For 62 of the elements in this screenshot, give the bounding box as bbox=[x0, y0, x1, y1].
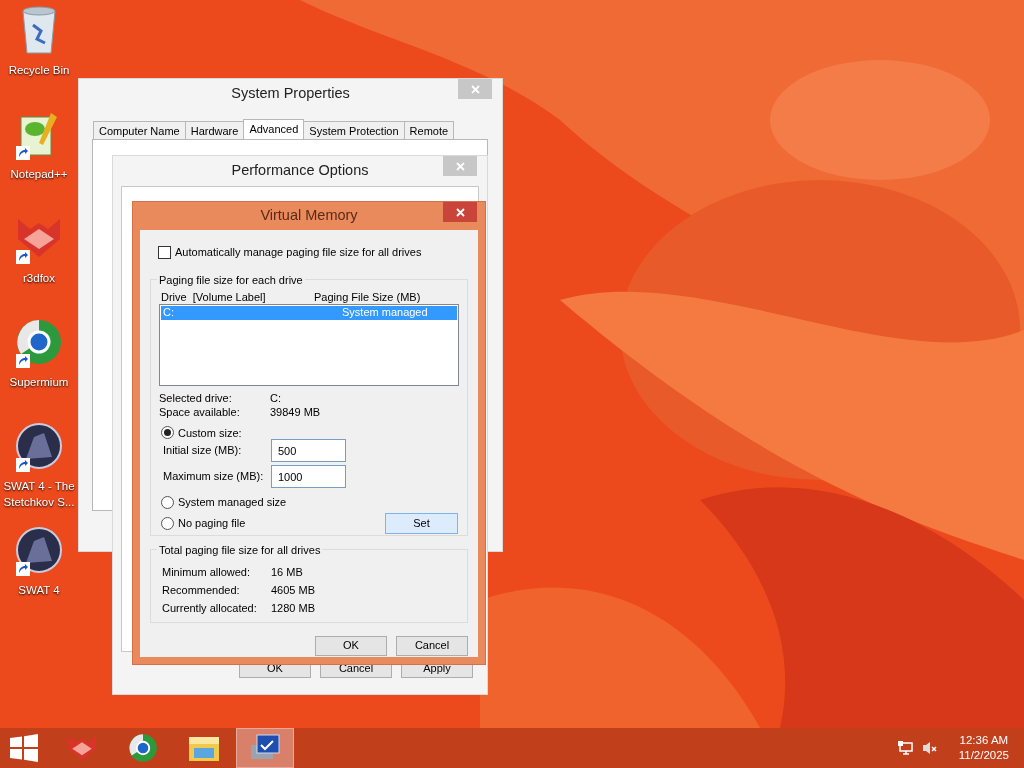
info-label: Space available: bbox=[159, 404, 241, 418]
field-label: Initial size (MB): bbox=[163, 443, 243, 459]
radio-label: No paging file bbox=[178, 515, 246, 531]
checkbox[interactable] bbox=[158, 245, 171, 259]
radio-button[interactable] bbox=[161, 426, 174, 440]
window-title: System Properties bbox=[231, 84, 350, 104]
start-button[interactable] bbox=[10, 734, 38, 762]
info-value: 1280 MB bbox=[271, 600, 316, 616]
icon-label[interactable]: SWAT 4 - The Stetchkov S... bbox=[0, 478, 78, 510]
network-icon[interactable] bbox=[896, 740, 913, 756]
field-label: Maximum size (MB): bbox=[163, 469, 265, 485]
dialog-button[interactable]: OK bbox=[315, 635, 387, 656]
close-icon bbox=[455, 161, 465, 171]
tab[interactable]: Computer Name bbox=[93, 121, 186, 139]
radio-button[interactable] bbox=[161, 495, 174, 509]
shortcut-arrow-icon bbox=[16, 354, 30, 368]
window-title: Performance Options bbox=[231, 161, 369, 181]
info-value: 39849 MB bbox=[270, 404, 321, 418]
dialog-button[interactable]: Cancel bbox=[396, 635, 468, 656]
icon-label[interactable]: SWAT 4 bbox=[0, 582, 78, 598]
radio-label: Custom size: bbox=[178, 425, 242, 441]
shortcut-arrow-icon bbox=[16, 562, 30, 576]
checkbox-label: Automatically manage paging file size for all drives bbox=[175, 245, 422, 260]
shortcut-arrow-icon bbox=[16, 458, 30, 472]
close-icon bbox=[455, 207, 465, 217]
radio-label: System managed size bbox=[178, 495, 287, 510]
clock-time: 12:36 AM bbox=[958, 733, 1009, 748]
tab[interactable]: Remote bbox=[403, 121, 455, 139]
round-badge-icon[interactable] bbox=[16, 423, 62, 469]
info-label: Minimum allowed: bbox=[162, 564, 252, 580]
tab[interactable]: Advanced bbox=[243, 119, 305, 139]
folder-icon bbox=[188, 734, 220, 762]
taskbar-button[interactable] bbox=[236, 728, 294, 768]
globe-icon bbox=[128, 733, 158, 763]
info-label: Selected drive: bbox=[159, 390, 233, 404]
input-field[interactable]: 1000 bbox=[271, 465, 346, 488]
column-header: Paging File Size (MB) bbox=[314, 289, 421, 304]
info-value: C: bbox=[270, 390, 281, 404]
info-value: 4605 MB bbox=[271, 582, 316, 598]
radio-button[interactable] bbox=[161, 516, 174, 530]
round-badge-icon[interactable] bbox=[16, 527, 62, 573]
shortcut-arrow-icon bbox=[16, 146, 30, 160]
clock-date: 11/2/2025 bbox=[958, 748, 1009, 763]
icon-label[interactable]: r3dfox bbox=[0, 270, 78, 286]
set-button[interactable]: Set bbox=[385, 512, 458, 534]
shortcut-arrow-icon bbox=[16, 250, 30, 264]
trash-bin-icon[interactable] bbox=[19, 5, 59, 55]
close-icon bbox=[470, 84, 480, 94]
input-field[interactable]: 500 bbox=[271, 439, 346, 462]
icon-label[interactable]: Recycle Bin bbox=[0, 62, 78, 78]
info-label: Recommended: bbox=[162, 582, 241, 598]
close-button[interactable] bbox=[443, 202, 477, 222]
globe-icon[interactable] bbox=[15, 318, 63, 366]
info-value: 16 MB bbox=[271, 564, 303, 580]
icon-label[interactable]: Supermium bbox=[0, 374, 78, 390]
info-label: Currently allocated: bbox=[162, 600, 258, 616]
column-header: Drive [Volume Label] bbox=[160, 289, 267, 304]
tab[interactable]: System Protection bbox=[303, 121, 405, 139]
window-title: Virtual Memory bbox=[260, 206, 358, 226]
muted-speaker-icon[interactable] bbox=[920, 740, 937, 756]
icon-label[interactable]: Notepad++ bbox=[0, 166, 78, 182]
tab[interactable]: Hardware bbox=[184, 121, 245, 139]
